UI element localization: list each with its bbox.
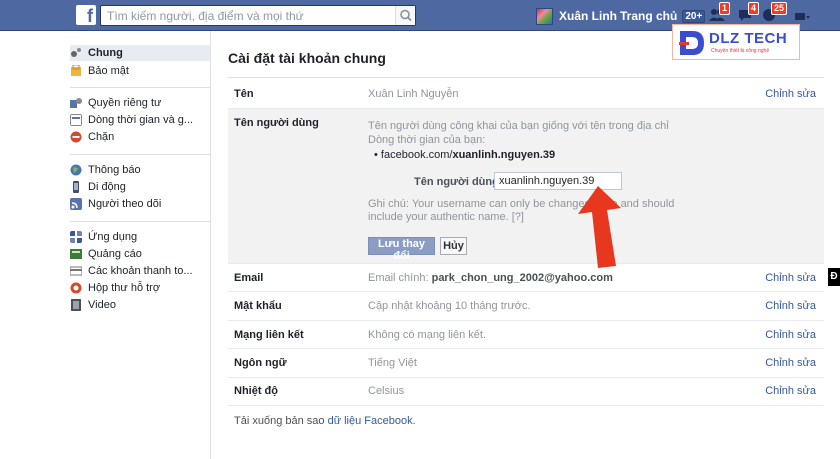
dlz-mark-icon [679,31,704,55]
watermark-tagline: Chuyên thiết bị công nghệ [711,48,770,54]
side-tab[interactable]: Đ [828,268,840,286]
watermark-brand: DLZ TECH [709,30,788,47]
annotation-arrow [578,186,621,268]
dlz-tech-logo: DLZ TECH Chuyên thiết bị công nghệ [672,24,800,60]
